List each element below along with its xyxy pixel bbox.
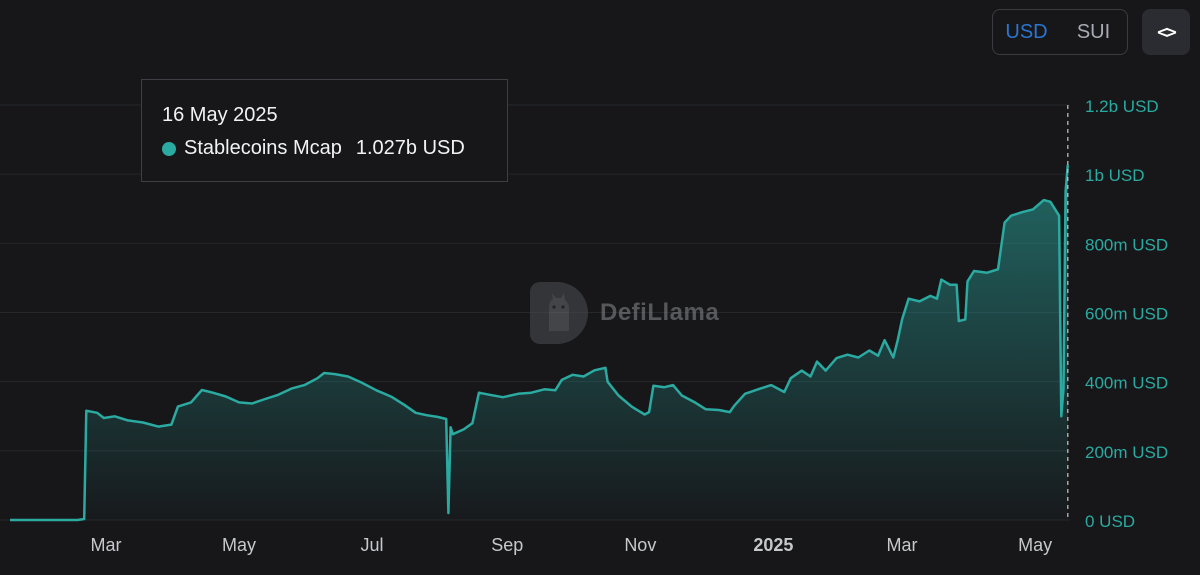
y-tick-label: 600m USD xyxy=(1085,305,1168,324)
y-tick-label: 0 USD xyxy=(1085,512,1135,531)
currency-toggle: USD SUI xyxy=(992,9,1128,55)
x-tick-label: Mar xyxy=(90,535,121,555)
x-tick-label: 2025 xyxy=(753,535,793,555)
x-tick-label: Sep xyxy=(491,535,523,555)
currency-usd-button[interactable]: USD xyxy=(993,10,1060,54)
y-tick-label: 1.2b USD xyxy=(1085,97,1159,116)
y-tick-label: 800m USD xyxy=(1085,235,1168,254)
y-tick-label: 200m USD xyxy=(1085,443,1168,462)
tooltip-date: 16 May 2025 xyxy=(162,104,278,126)
y-tick-label: 1b USD xyxy=(1085,166,1145,185)
x-tick-label: Jul xyxy=(361,535,384,555)
llama-logo-icon xyxy=(530,282,588,344)
y-tick-label: 400m USD xyxy=(1085,374,1168,393)
y-axis-ticks: 0 USD 200m USD 400m USD 600m USD 800m USD 1b … xyxy=(1085,97,1168,531)
tooltip-value: 1.027b USD xyxy=(355,137,465,159)
defillama-watermark: DefiLlama xyxy=(530,282,719,344)
x-tick-label: Nov xyxy=(624,535,656,555)
x-tick-label: May xyxy=(1018,535,1052,555)
series-color-dot xyxy=(162,141,176,156)
currency-sui-button[interactable]: SUI xyxy=(1060,10,1127,54)
x-tick-label: May xyxy=(222,535,256,555)
x-tick-label: Mar xyxy=(887,535,918,555)
x-axis-ticks: Mar May Jul Sep Nov 2025 Mar May xyxy=(90,535,1052,555)
code-brackets-icon[interactable]: <> xyxy=(1142,9,1190,55)
tooltip-series-name: Stablecoins Mcap xyxy=(184,137,342,159)
watermark-text: DefiLlama xyxy=(600,299,720,326)
chart-tooltip: 16 May 2025 Stablecoins Mcap 1.027b USD xyxy=(141,79,508,182)
tooltip-series-row: Stablecoins Mcap 1.027b USD xyxy=(162,137,507,160)
